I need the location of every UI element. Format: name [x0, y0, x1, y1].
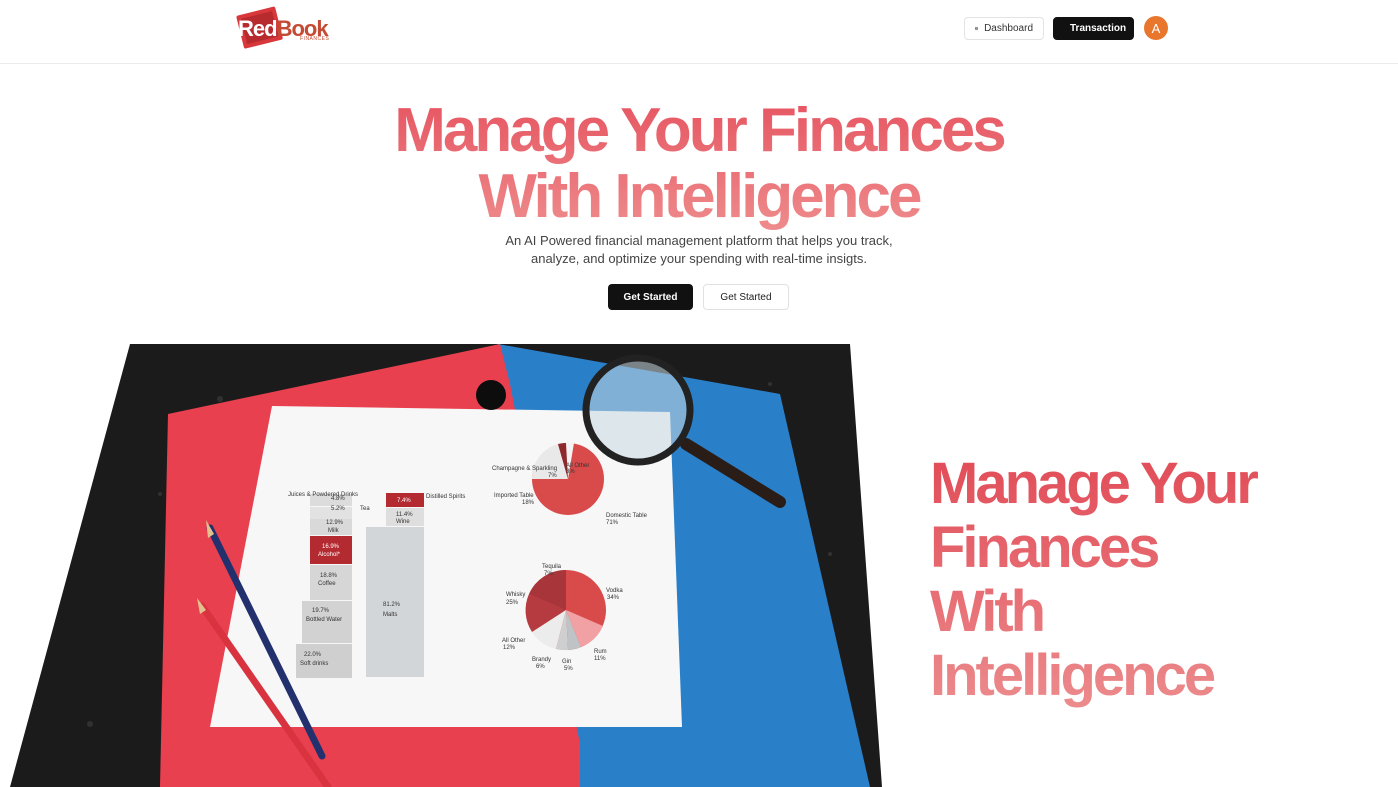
- label-domestic: Domestic Table: [606, 513, 648, 519]
- redbook-logo[interactable]: RedBook FINANCES: [234, 6, 344, 54]
- label-whisky-value: 25%: [506, 600, 519, 606]
- label-allother2-value: 12%: [503, 645, 516, 651]
- label-juices-value: 4.8%: [331, 496, 345, 502]
- label-rum-value: 11%: [594, 656, 606, 662]
- label-domestic-value: 71%: [606, 520, 619, 526]
- label-spirits-value: 7.4%: [397, 498, 411, 504]
- label-brandy: Brandy: [532, 657, 551, 663]
- label-water: Bottled Water: [306, 617, 342, 623]
- side-title-line4: Intelligence: [930, 643, 1214, 708]
- layout-grid-icon: [975, 26, 979, 31]
- label-gin: Gin: [562, 659, 571, 665]
- label-spirits: Distilled Spirits: [426, 494, 465, 500]
- hero-title-line2: With Intelligence: [478, 162, 920, 231]
- side-title: Manage Your Finances With Intelligence: [930, 452, 1370, 708]
- hero-subtitle-line2: analyze, and optimize your spending with…: [530, 251, 867, 266]
- label-alcohol: Alcohol*: [318, 552, 341, 558]
- get-started-primary-button[interactable]: Get Started: [608, 284, 693, 310]
- label-gin-value: 5%: [564, 666, 573, 672]
- label-malts-value: 81.2%: [383, 602, 401, 608]
- label-tequila: Tequila: [542, 564, 562, 570]
- user-avatar[interactable]: A: [1144, 16, 1168, 40]
- dashboard-button[interactable]: Dashboard: [964, 17, 1044, 40]
- label-soft-value: 22.0%: [304, 652, 322, 658]
- label-wine-value: 11.4%: [396, 512, 413, 518]
- pie-chart-spirits: [525, 569, 606, 651]
- label-whisky: Whisky: [506, 592, 525, 598]
- label-champagne-value: 7%: [548, 473, 557, 479]
- transaction-button[interactable]: Transaction: [1053, 17, 1134, 40]
- label-malts: Malts: [383, 612, 397, 618]
- finance-photo-illustration: Juices & Powdered Drinks 4.8% Tea 5.2% 1…: [10, 344, 882, 787]
- label-vodka-value: 34%: [607, 595, 620, 601]
- label-wine: Wine: [396, 519, 410, 525]
- label-alcohol-value: 16.9%: [322, 544, 340, 550]
- logo-subtitle: FINANCES: [300, 36, 330, 42]
- hero-image: Juices & Powdered Drinks 4.8% Tea 5.2% 1…: [10, 344, 882, 787]
- pie-chart-wine: [531, 442, 604, 515]
- label-tea: Tea: [360, 506, 370, 512]
- hero-subtitle-line1: An AI Powered financial management platf…: [505, 233, 893, 248]
- label-soft: Soft drinks: [300, 661, 328, 667]
- label-water-value: 19.7%: [312, 608, 330, 614]
- hero-title: Manage Your Finances With Intelligence: [0, 98, 1398, 230]
- side-title-line2: Finances: [930, 515, 1158, 580]
- label-champagne: Champagne & Sparkling: [492, 466, 557, 472]
- label-vodka: Vodka: [606, 588, 623, 594]
- label-juices: Juices & Powdered Drinks: [288, 492, 358, 498]
- label-allother1-value: 3%: [566, 469, 575, 475]
- get-started-secondary-button[interactable]: Get Started: [703, 284, 789, 310]
- label-rum: Rum: [594, 649, 607, 655]
- label-brandy-value: 6%: [536, 664, 545, 670]
- logo-word-red: Red: [238, 16, 278, 41]
- label-milk-value: 12.9%: [326, 520, 344, 526]
- label-tequila-value: 7%: [544, 571, 553, 577]
- side-title-line3: With: [930, 579, 1044, 644]
- label-tea-value: 5.2%: [331, 506, 345, 512]
- label-coffee-value: 18.8%: [320, 573, 338, 579]
- dashboard-label: Dashboard: [984, 23, 1033, 34]
- label-allother2: All Other: [502, 638, 525, 644]
- label-imported: Imported Table: [494, 493, 534, 499]
- label-milk: Milk: [328, 528, 340, 534]
- hero-subtitle: An AI Powered financial management platf…: [449, 232, 949, 268]
- hero-title-line1: Manage Your Finances: [394, 96, 1004, 165]
- label-imported-value: 18%: [522, 500, 535, 506]
- side-title-line1: Manage Your: [930, 451, 1256, 516]
- transaction-label: Transaction: [1070, 23, 1127, 34]
- top-navbar: RedBook FINANCES Dashboard Transaction A: [0, 0, 1398, 64]
- label-coffee: Coffee: [318, 581, 336, 587]
